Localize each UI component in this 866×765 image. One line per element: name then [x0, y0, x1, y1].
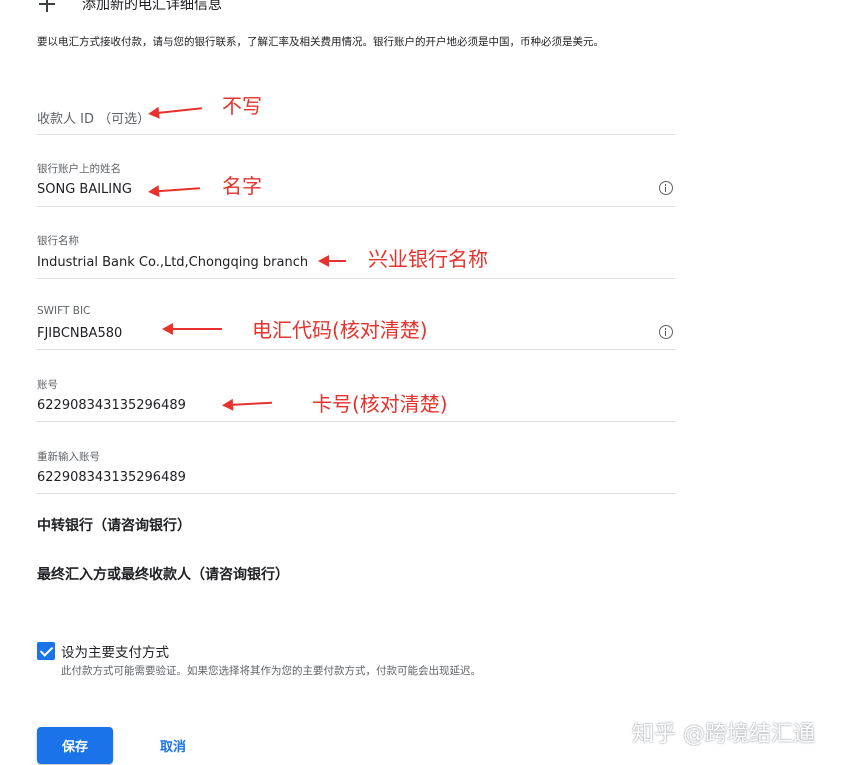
annotation-account-number: 卡号(核对清楚): [312, 392, 448, 416]
annotation-swift: 电汇代码(核对清楚): [252, 318, 428, 342]
annotation-bank-name: 兴业银行名称: [368, 247, 488, 271]
account-number-label: 账号: [37, 379, 58, 391]
payee-id-placeholder: 收款人 ID （可选）: [37, 112, 151, 127]
info-icon[interactable]: [659, 325, 673, 339]
primary-payment-label[interactable]: 设为主要支付方式: [61, 641, 169, 661]
annotation-arrow: [318, 255, 346, 267]
bank-name-value: Industrial Bank Co.,Ltd,Chongqing branch: [37, 255, 309, 270]
final-beneficiary-section[interactable]: 最终汇入方或最终收款人（请咨询银行）: [37, 564, 289, 584]
bank-name-field[interactable]: 银行名称 Industrial Bank Co.,Ltd,Chongqing b…: [37, 226, 675, 279]
payee-id-field[interactable]: 收款人 ID （可选）: [37, 96, 675, 135]
account-name-value: SONG BAILING: [37, 182, 132, 197]
plus-icon[interactable]: [38, 0, 56, 13]
cancel-button[interactable]: 取消: [160, 736, 186, 755]
swift-label: SWIFT BIC: [37, 305, 91, 317]
info-icon[interactable]: [659, 181, 673, 195]
annotation-payee-id: 不写: [222, 94, 262, 118]
annotation-arrow: [162, 323, 222, 335]
account-name-field[interactable]: 银行账户上的姓名 SONG BAILING: [37, 154, 675, 207]
intro-text: 要以电汇方式接收付款，请与您的银行联系，了解汇率及相关费用情况。银行账户的开户地…: [37, 36, 604, 48]
confirm-account-number-label: 重新输入账号: [37, 451, 100, 463]
primary-payment-checkbox[interactable]: [37, 642, 55, 660]
save-button[interactable]: 保存: [37, 727, 113, 764]
header: 添加新的电汇详细信息: [38, 0, 222, 16]
primary-payment-help: 此付款方式可能需要验证。如果您选择将其作为您的主要付款方式，付款可能会出现延迟。: [61, 665, 481, 677]
account-name-label: 银行账户上的姓名: [37, 163, 121, 175]
page-title: 添加新的电汇详细信息: [82, 0, 222, 13]
annotation-account-name: 名字: [222, 174, 262, 198]
intermediary-bank-section[interactable]: 中转银行（请咨询银行）: [37, 515, 191, 535]
bank-name-label: 银行名称: [37, 235, 79, 247]
watermark: 知乎 @跨境结汇通: [632, 722, 815, 747]
confirm-account-number-field[interactable]: 重新输入账号 622908343135296489: [37, 442, 675, 494]
account-number-value: 622908343135296489: [37, 398, 186, 413]
confirm-account-number-value: 622908343135296489: [37, 470, 186, 485]
swift-value: FJIBCNBA580: [37, 326, 123, 341]
